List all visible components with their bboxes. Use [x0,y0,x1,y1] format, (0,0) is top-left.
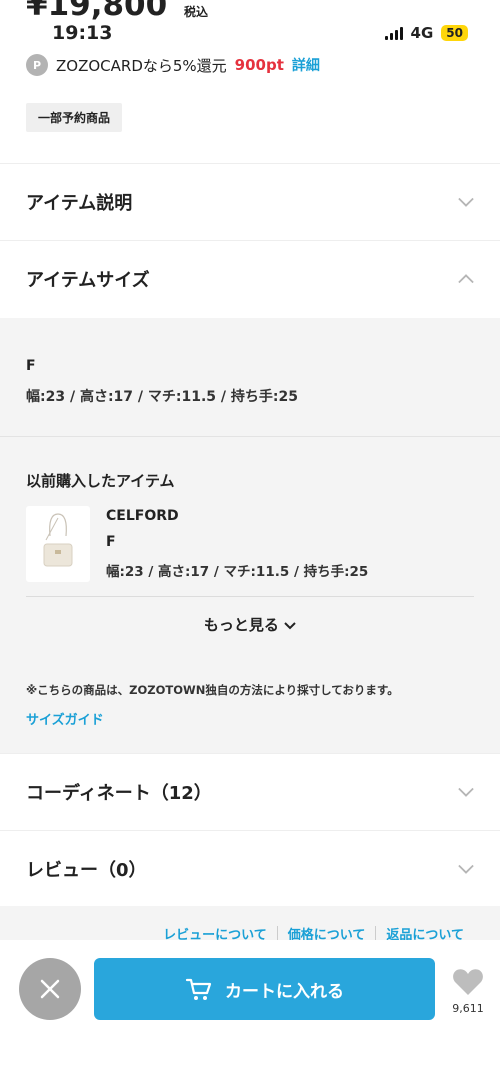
accordion-coordinate[interactable]: コーディネート（12） [0,753,500,830]
chevron-down-icon [458,784,474,800]
accordion-item-description[interactable]: アイテム説明 [0,163,500,240]
size-dimensions: 幅:23 / 高さ:17 / マチ:11.5 / 持ち手:25 [26,389,298,405]
price-info-link[interactable]: 価格について [278,924,376,940]
measurement-note: ※こちらの商品は、ZOZOTOWN独自の方法により採寸しております。 [26,683,399,697]
chevron-down-icon [284,616,296,634]
accordion-item-size[interactable]: アイテムサイズ [0,240,500,317]
signal-icon [384,26,403,40]
show-more-button[interactable]: もっと見る [0,614,500,635]
divider [26,596,474,597]
footer-links: レビューについて 価格について 返品について [0,906,500,940]
accordion-review[interactable]: レビュー（0） [0,830,500,907]
previous-item-dimensions: 幅:23 / 高さ:17 / マチ:11.5 / 持ち手:25 [106,564,369,580]
previous-item-brand: CELFORD [106,508,179,524]
chevron-down-icon [458,861,474,877]
heart-icon [453,969,483,995]
cart-icon [185,978,212,1000]
show-more-label: もっと見る [203,616,279,634]
points-icon: P [26,54,48,76]
favorite-count: 9,611 [452,1002,484,1015]
detail-link[interactable]: 詳細 [292,55,320,75]
add-to-cart-label: カートに入れる [225,981,344,1002]
section-title: コーディネート（12） [26,783,212,804]
points-value: 900pt [234,56,284,74]
previous-purchase-title: 以前購入したアイテム [26,472,175,490]
chevron-up-icon [458,271,474,287]
zozocard-promo: P ZOZOCARDなら5%還元 900pt 詳細 [26,54,320,76]
tax-label: 税込 [184,5,209,19]
size-guide-link[interactable]: サイズガイド [26,709,104,728]
card-promo-text: ZOZOCARDなら5%還元 [56,56,227,75]
network-type: 4G [410,24,434,42]
return-info-link[interactable]: 返品について [376,924,474,940]
divider [0,436,500,437]
add-to-cart-button[interactable]: カートに入れる [94,958,435,1020]
size-label: F [26,358,36,374]
close-button[interactable] [19,958,81,1020]
review-info-link[interactable]: レビューについて [153,924,277,940]
status-time: 19:13 [52,22,113,44]
bottom-action-bar: カートに入れる 9,611 [0,940,500,1080]
status-indicators: 4G 50 [384,24,468,42]
product-thumbnail[interactable] [26,506,90,582]
previous-item-size: F [106,534,116,550]
section-title: アイテムサイズ [26,270,150,291]
section-title: アイテム説明 [26,193,133,214]
chevron-down-icon [458,194,474,210]
product-price: ¥19,800 [26,0,168,23]
preorder-badge: 一部予約商品 [26,103,123,132]
section-title: レビュー（0） [26,860,147,881]
favorite-button[interactable]: 9,611 [446,968,490,1015]
battery-indicator: 50 [441,25,468,41]
close-icon [40,979,60,999]
